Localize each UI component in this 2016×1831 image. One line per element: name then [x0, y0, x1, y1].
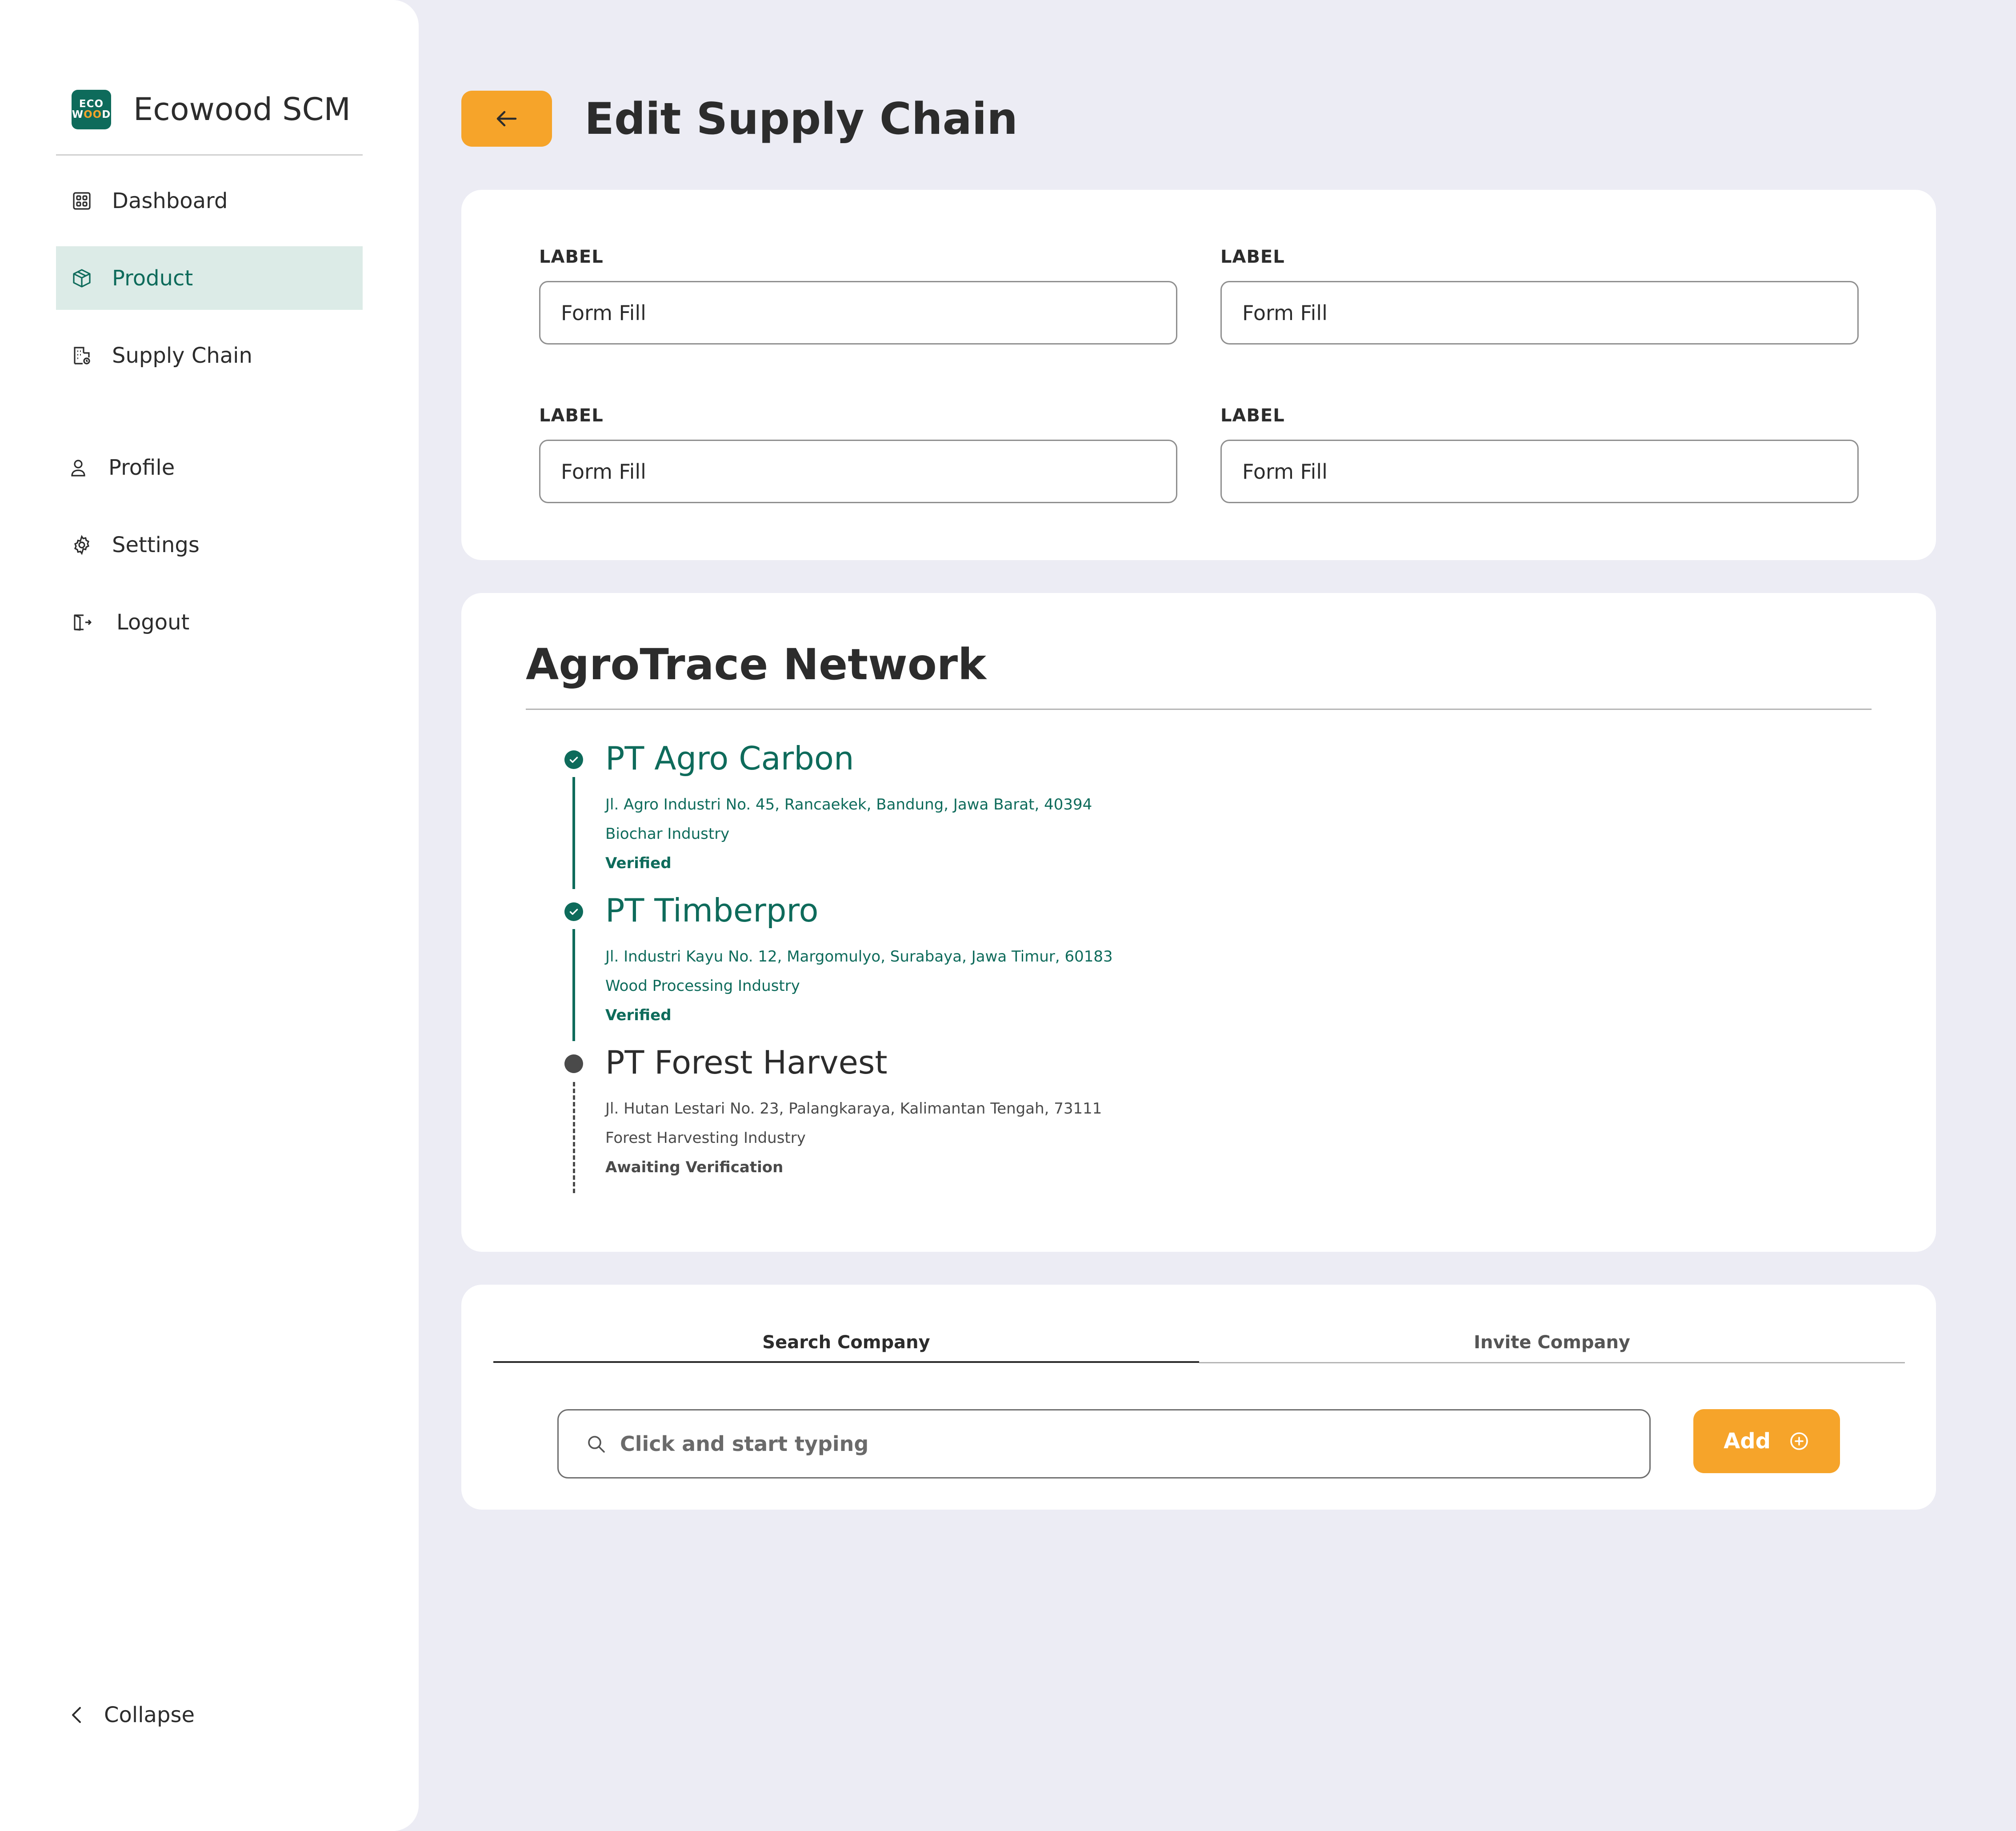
building-icon: [71, 345, 92, 366]
tab-divider: [1199, 1362, 1905, 1363]
step-industry: Wood Processing Industry: [605, 977, 800, 995]
step-company-name[interactable]: PT Agro Carbon: [605, 740, 854, 777]
step-company-name[interactable]: PT Timberpro: [605, 892, 819, 929]
sidebar-item-product[interactable]: Product: [56, 246, 363, 310]
verified-check-icon: [564, 902, 583, 921]
timeline-connector-pending: [573, 1082, 575, 1193]
plus-circle-icon: [1790, 1432, 1808, 1450]
logo-text-line1: ECO: [79, 98, 104, 110]
box-icon: [71, 268, 92, 289]
form-field-2[interactable]: [1220, 281, 1859, 345]
form-card: LABEL LABEL LABEL LABEL: [461, 190, 1936, 560]
form-field-4[interactable]: [1220, 440, 1859, 503]
sidebar-item-label: Product: [112, 265, 193, 291]
sidebar-item-label: Logout: [116, 609, 190, 635]
field-label: LABEL: [539, 405, 604, 426]
timeline-connector: [572, 929, 575, 1041]
form-field-3[interactable]: [539, 440, 1177, 503]
sidebar-item-profile[interactable]: Profile: [56, 436, 363, 499]
sidebar: ECO WOOD Ecowood SCM Dashboard Product S…: [0, 0, 419, 1831]
verified-check-icon: [564, 750, 583, 769]
arrow-left-icon: [496, 111, 517, 127]
gear-icon: [71, 534, 92, 556]
search-input[interactable]: [620, 1432, 1598, 1456]
sidebar-item-label: Profile: [108, 455, 175, 480]
step-industry: Forest Harvesting Industry: [605, 1129, 806, 1147]
field-label: LABEL: [1220, 247, 1285, 267]
brand-divider: [56, 154, 363, 156]
active-tab-indicator: [493, 1361, 1199, 1363]
logout-icon: [71, 612, 92, 633]
field-label: LABEL: [1220, 405, 1285, 426]
ecowood-logo: ECO WOOD: [72, 89, 111, 129]
add-button-label: Add: [1724, 1429, 1771, 1454]
sidebar-item-label: Supply Chain: [112, 343, 252, 368]
step-status: Verified: [605, 854, 672, 872]
step-company-name[interactable]: PT Forest Harvest: [605, 1044, 888, 1081]
sidebar-item-label: Dashboard: [112, 188, 228, 213]
field-label: LABEL: [539, 247, 604, 267]
user-icon: [68, 457, 89, 478]
add-company-button[interactable]: Add: [1693, 1409, 1840, 1473]
tab-search-company[interactable]: Search Company: [493, 1325, 1199, 1360]
sidebar-item-logout[interactable]: Logout: [56, 590, 363, 654]
tab-invite-company[interactable]: Invite Company: [1199, 1325, 1905, 1360]
sidebar-item-label: Settings: [112, 532, 200, 557]
pending-dot-icon: [564, 1054, 583, 1073]
logo-text-line2: WOOD: [72, 109, 111, 120]
network-divider: [526, 709, 1872, 710]
back-button[interactable]: [461, 91, 552, 147]
network-title: AgroTrace Network: [526, 640, 986, 689]
step-status: Awaiting Verification: [605, 1158, 784, 1176]
step-address: Jl. Industri Kayu No. 12, Margomulyo, Su…: [605, 948, 1113, 966]
step-industry: Biochar Industry: [605, 825, 730, 843]
network-card: AgroTrace Network PT Agro Carbon Jl. Agr…: [461, 593, 1936, 1252]
company-search-card: Search Company Invite Company Add: [461, 1285, 1936, 1510]
brand[interactable]: ECO WOOD Ecowood SCM: [72, 89, 351, 130]
sidebar-item-settings[interactable]: Settings: [56, 513, 363, 577]
company-search-box[interactable]: [557, 1409, 1651, 1478]
grid-icon: [71, 190, 92, 212]
sidebar-item-dashboard[interactable]: Dashboard: [56, 169, 363, 232]
app-name: Ecowood SCM: [133, 91, 351, 128]
collapse-label: Collapse: [104, 1703, 195, 1727]
timeline-connector: [572, 777, 575, 889]
step-address: Jl. Agro Industri No. 45, Rancaekek, Ban…: [605, 796, 1092, 813]
form-field-1[interactable]: [539, 281, 1177, 345]
search-icon: [588, 1436, 605, 1453]
sidebar-item-supply-chain[interactable]: Supply Chain: [56, 324, 363, 387]
page-title: Edit Supply Chain: [584, 93, 1018, 144]
chevron-left-icon: [72, 1707, 81, 1723]
collapse-button[interactable]: Collapse: [67, 1703, 195, 1727]
step-status: Verified: [605, 1006, 672, 1024]
step-address: Jl. Hutan Lestari No. 23, Palangkaraya, …: [605, 1100, 1102, 1118]
